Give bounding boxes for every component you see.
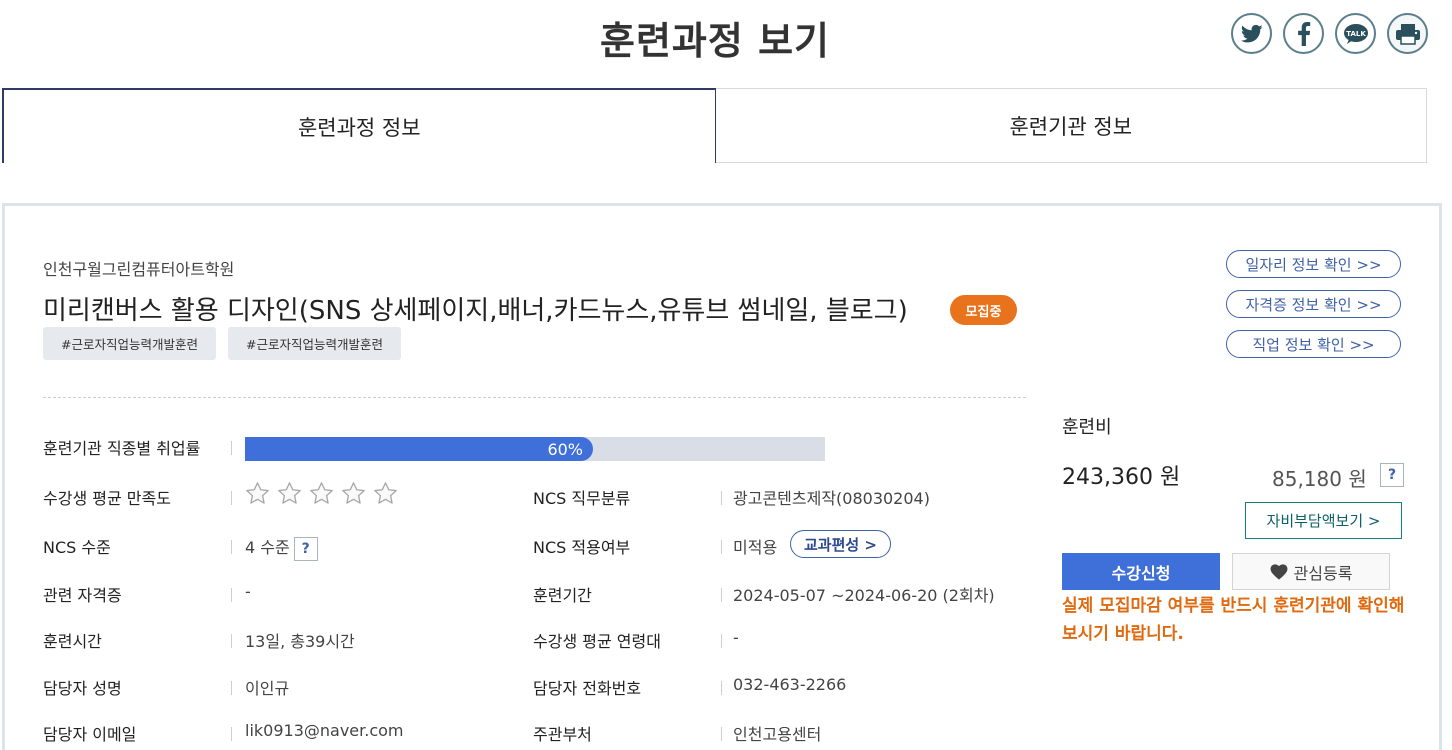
fee-total: 243,360 원 [1062,465,1181,490]
divider [721,540,722,554]
kakaotalk-icon-text: TALK [1346,30,1366,38]
certificate-row: 관련 자격증 - 훈련기간 2024-05-07 ~2024-06-20 (2회… [43,578,1033,608]
satisfaction-row: 수강생 평균 만족도 NCS 직무분류 광고콘텐츠제작(08030204) [43,481,1033,511]
ncs-applied-value: 미적용 [733,538,778,557]
course-title: 미리캔버스 활용 디자인(SNS 상세페이지,배너,카드뉴스,유튜브 썸네일, … [43,296,908,326]
tab-institution-info[interactable]: 훈련기관 정보 [715,88,1427,163]
divider [231,588,232,602]
star-icon [278,482,301,504]
divider [43,397,1026,398]
ncs-level-label: NCS 수준 [43,538,111,557]
star-icon [246,482,269,504]
fee-help-icon[interactable]: ? [1380,463,1404,487]
fee-self-pay: 85,180 원 [1272,467,1367,491]
page-title: 훈련과정 보기 [600,19,830,63]
tag-item[interactable]: #근로자직업능력개발훈련 [227,327,401,360]
period-value: 2024-05-07 ~2024-06-20 (2회차) [733,586,995,605]
favorite-button[interactable]: 관심등록 [1232,553,1390,590]
certificate-value: - [245,582,251,601]
manager-phone-label: 담당자 전화번호 [533,679,642,698]
twitter-icon[interactable] [1231,13,1272,54]
occupation-info-link[interactable]: 직업 정보 확인 >> [1226,330,1401,358]
divider [231,634,232,648]
hours-label: 훈련시간 [43,632,102,651]
status-badge: 모집중 [950,295,1017,325]
period-label: 훈련기간 [533,586,592,605]
divider [721,588,722,602]
certificate-info-link[interactable]: 자격증 정보 확인 >> [1226,290,1401,318]
favorite-button-label: 관심등록 [1293,563,1353,583]
avg-age-value: - [733,628,739,647]
divider [721,634,722,648]
ncs-job-label: NCS 직무분류 [533,489,631,508]
certificate-label: 관련 자격증 [43,586,122,605]
manager-name-value: 이인규 [245,679,290,698]
ncs-job-value: 광고콘텐츠제작(08030204) [733,489,930,508]
job-info-link[interactable]: 일자리 정보 확인 >> [1226,250,1401,278]
fee-label: 훈련비 [1062,417,1112,438]
ncs-level-help-icon[interactable]: ? [293,536,318,561]
tab-course-info[interactable]: 훈련과정 정보 [2,88,716,163]
tab-bar: 훈련과정 정보 훈련기관 정보 [2,88,1427,163]
academy-name: 인천구월그린컴퓨터아트학원 [43,260,235,279]
divider [231,681,232,695]
satisfaction-stars [245,481,398,506]
employment-rate-fill: 60% [245,437,593,461]
tag-list: #근로자직업능력개발훈련 #근로자직업능력개발훈련 [43,327,401,360]
divider [231,441,232,455]
notice-text: 실제 모집마감 여부를 반드시 훈련기관에 확인해보시기 바랍니다. [1062,596,1405,644]
manager-row: 담당자 성명 이인규 담당자 전화번호 032-463-2266 [43,671,1033,701]
ncs-level-row: NCS 수준 4 수준? NCS 적용여부 미적용 교과편성 > [43,530,1033,561]
manager-email-value: lik0913@naver.com [245,721,404,740]
divider [231,727,232,741]
kakaotalk-icon[interactable]: TALK [1335,13,1376,54]
star-icon [374,482,397,504]
manager-email-label: 담당자 이메일 [43,725,137,744]
course-panel: 인천구월그린컴퓨터아트학원 미리캔버스 활용 디자인(SNS 상세페이지,배너,… [2,203,1442,750]
manager-phone-value: 032-463-2266 [733,675,847,694]
print-icon[interactable] [1387,13,1428,54]
hours-row: 훈련시간 13일, 총39시간 수강생 평균 연령대 - [43,624,1033,654]
divider [231,540,232,554]
curriculum-button[interactable]: 교과편성 > [790,530,891,558]
agency-value: 인천고용센터 [733,725,822,744]
email-row: 담당자 이메일 lik0913@naver.com 주관부처 인천고용센터 [43,717,1033,747]
share-toolbar: TALK [1231,13,1428,54]
facebook-icon[interactable] [1283,13,1324,54]
employment-rate-label: 훈련기관 직종별 취업률 [43,439,201,458]
divider [231,491,232,505]
divider [721,681,722,695]
manager-name-label: 담당자 성명 [43,679,122,698]
ncs-level-value: 4 수준? [245,534,318,561]
divider [721,727,722,741]
employment-rate-bar: 60% [245,437,825,461]
hours-value: 13일, 총39시간 [245,632,355,651]
ncs-applied-label: NCS 적용여부 [533,538,631,557]
avg-age-label: 수강생 평균 연령대 [533,632,661,651]
tag-item[interactable]: #근로자직업능력개발훈련 [43,327,216,360]
agency-label: 주관부처 [533,725,592,744]
employment-rate-row: 훈련기관 직종별 취업률 60% [43,431,1033,461]
apply-button[interactable]: 수강신청 [1062,553,1220,590]
star-icon [342,482,365,504]
heart-icon [1270,563,1287,580]
star-icon [310,482,333,504]
satisfaction-label: 수강생 평균 만족도 [43,489,171,508]
divider [721,491,722,505]
self-pay-button[interactable]: 자비부담액보기 > [1245,502,1402,539]
info-links: 일자리 정보 확인 >> 자격증 정보 확인 >> 직업 정보 확인 >> [1226,250,1401,358]
ncs-level-text: 4 수준 [245,538,290,557]
